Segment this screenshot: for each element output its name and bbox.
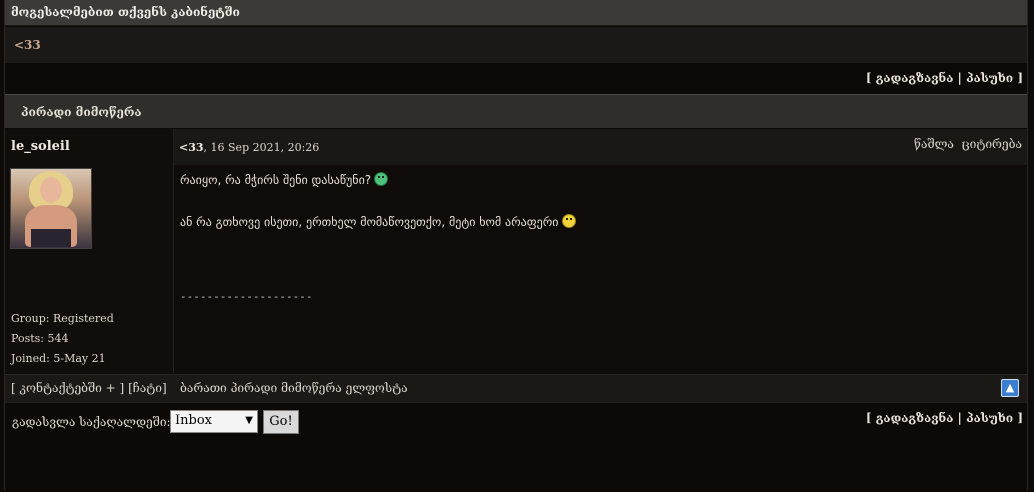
folder-selected: Inbox xyxy=(175,413,212,428)
bracket: [ xyxy=(865,411,872,425)
folder-nav: გადასვლა საქაღალდეში: Inbox ▼ Go! [ გადა… xyxy=(5,402,1027,492)
subject-bar: <33 xyxy=(5,27,1027,63)
bracket: [ xyxy=(865,71,872,85)
bracket: ] xyxy=(1017,71,1023,85)
folder-label: გადასვლა საქაღალდეში: xyxy=(12,415,171,429)
author-panel: le_soleil Group: Registered Posts: 544 J… xyxy=(5,129,174,373)
smile-emoji-icon xyxy=(561,214,576,228)
crying-laugh-emoji-icon xyxy=(374,172,389,186)
section-header: პირადი მიმოწერა xyxy=(5,94,1027,128)
footer-links: [ კონტაქტებში + ] [ჩატი] xyxy=(11,381,167,395)
post-date: , 16 Sep 2021, 20:26 xyxy=(203,141,320,154)
delete-link[interactable]: წაშლა xyxy=(914,137,954,151)
section-title: პირადი მიმოწერა xyxy=(21,105,142,119)
block-link[interactable]: [ჩატი] xyxy=(128,381,167,395)
post-meta: <33, 16 Sep 2021, 20:26 xyxy=(179,141,319,154)
signature-divider: -------------------- xyxy=(180,290,313,303)
bottom-actions: [ გადაგზავნა | პასუხი ] xyxy=(866,411,1023,425)
post-subject: <33 xyxy=(179,141,204,154)
post-header: <33, 16 Sep 2021, 20:26 წაშლა ციტირება xyxy=(174,129,1027,165)
quote-link[interactable]: ციტირება xyxy=(962,137,1022,151)
scroll-top-icon[interactable]: ▲ xyxy=(1001,379,1019,397)
post-tools: წაშლა ციტირება xyxy=(914,137,1022,151)
post-footer: [ კონტაქტებში + ] [ჩატი] ბარათი პირადი მ… xyxy=(5,374,1027,402)
separator: | xyxy=(957,71,962,85)
add-contact-link[interactable]: [ კონტაქტებში + ] xyxy=(11,381,124,395)
chevron-down-icon: ▼ xyxy=(245,415,253,426)
separator: | xyxy=(957,411,962,425)
top-actions: [ გადაგზავნა | პასუხი ] xyxy=(866,71,1023,85)
page-title: მოგესალმებით თქვენს კაბინეტში xyxy=(11,5,240,19)
bracket: ] xyxy=(1017,411,1023,425)
post-text: ან რა გთხოვე ისეთი, ერთხელ მომაწოვეთქო, … xyxy=(180,215,559,229)
forward-link[interactable]: გადაგზავნა xyxy=(876,411,954,425)
author-group: Group: Registered xyxy=(11,312,114,325)
message-subject: <33 xyxy=(14,38,41,52)
post-body: რაიყო, რა მჭირს შენი დასაწუნი? ან რა გთხ… xyxy=(174,165,1027,373)
avatar xyxy=(10,168,92,249)
reply-link[interactable]: პასუხი xyxy=(966,71,1013,85)
author-joined: Joined: 5-May 21 xyxy=(11,352,106,365)
forward-link[interactable]: გადაგზავნა xyxy=(876,71,954,85)
title-bar: მოგესალმებით თქვენს კაბინეტში xyxy=(5,0,1027,26)
post-text: რაიყო, რა მჭირს შენი დასაწუნი? xyxy=(180,173,372,187)
folder-select[interactable]: Inbox ▼ xyxy=(170,410,258,433)
go-button[interactable]: Go! xyxy=(263,410,299,434)
author-username[interactable]: le_soleil xyxy=(11,139,70,154)
reply-link[interactable]: პასუხი xyxy=(966,411,1013,425)
page-frame: მოგესალმებით თქვენს კაბინეტში <33 [ გადა… xyxy=(4,0,1028,492)
author-posts: Posts: 544 xyxy=(11,332,69,345)
post-line-1: რაიყო, რა მჭირს შენი დასაწუნი? xyxy=(180,172,389,187)
footer-pm-links[interactable]: ბარათი პირადი მიმოწერა ელფოსტა xyxy=(180,381,408,395)
post-line-2: ან რა გთხოვე ისეთი, ერთხელ მომაწოვეთქო, … xyxy=(180,214,576,229)
